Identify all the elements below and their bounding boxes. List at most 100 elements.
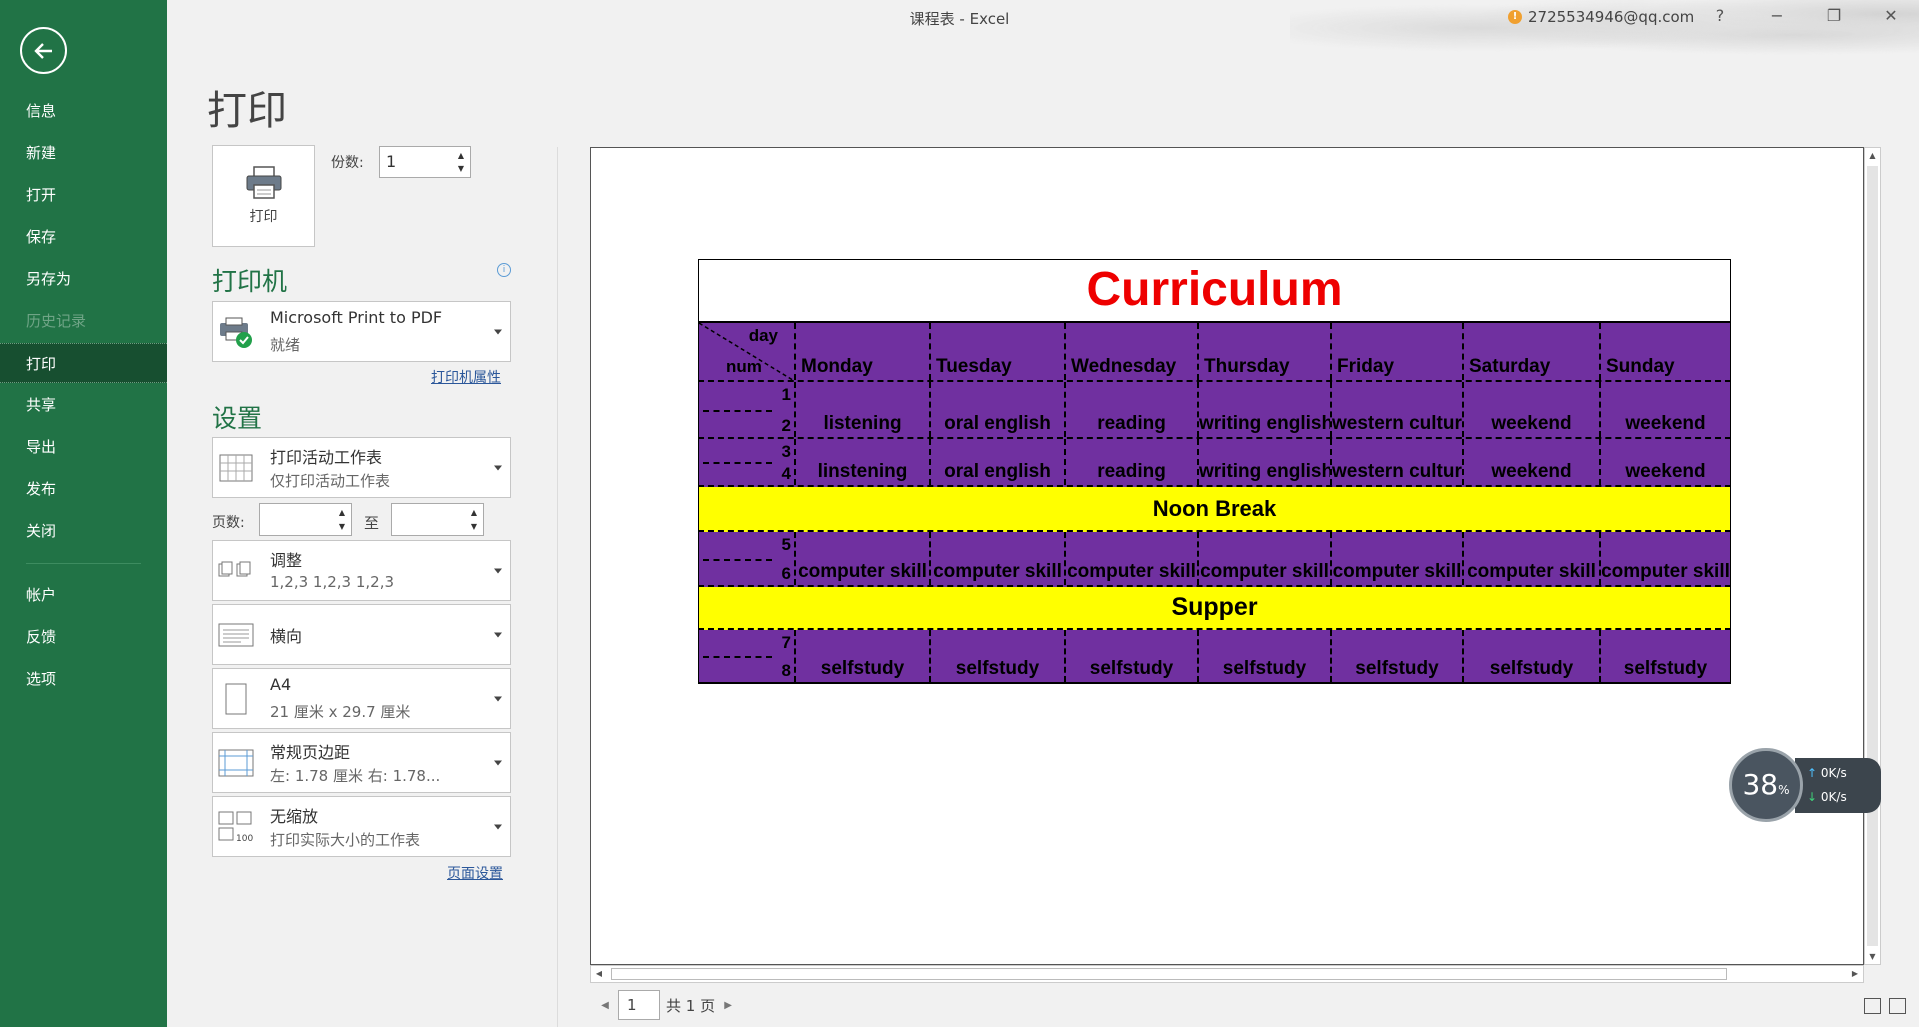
scroll-left-icon[interactable]: ◀ (591, 966, 607, 982)
scaling-title: 无缩放 (270, 807, 319, 826)
nav-item-feedback[interactable]: 反馈 (0, 617, 167, 657)
collate-dropdown[interactable]: 调整 1,2,3 1,2,3 1,2,3 (212, 540, 511, 601)
margins-sub: 左: 1.78 厘米 右: 1.78... (270, 767, 441, 785)
scroll-right-icon[interactable]: ▶ (1847, 966, 1863, 982)
zoom-to-page-icon[interactable] (1889, 998, 1906, 1014)
class-cell: selfstudy (1464, 630, 1601, 682)
pages-label: 页数: (212, 515, 245, 531)
vertical-scroll-thumb[interactable] (1867, 166, 1878, 946)
no-scaling-icon: 100 (218, 811, 253, 844)
minimize-button[interactable]: − (1762, 6, 1792, 25)
class-cell: reading (1066, 382, 1199, 437)
class-cell: selfstudy (1332, 630, 1464, 682)
orientation-dropdown[interactable]: 横向 (212, 604, 511, 665)
pages-to-input[interactable]: ▲ ▼ (391, 503, 484, 536)
pages-to-label: 至 (364, 514, 380, 532)
nav-item-close[interactable]: 关闭 (0, 511, 167, 551)
vertical-scrollbar[interactable]: ▲ ▼ (1864, 147, 1881, 965)
prev-page-icon[interactable]: ◀ (598, 1000, 612, 1011)
nav-item-export[interactable]: 导出 (0, 427, 167, 467)
corner-day-label: day (748, 326, 778, 345)
day-header: Monday (796, 323, 931, 380)
class-cell: computer skill (1464, 532, 1601, 585)
table-row: 78 selfstudy selfstudy selfstudy selfstu… (698, 630, 1731, 684)
nav-item-options[interactable]: 选项 (0, 659, 167, 699)
nav-item-new[interactable]: 新建 (0, 133, 167, 173)
nav-item-share[interactable]: 共享 (0, 385, 167, 425)
restore-button[interactable]: ❐ (1819, 6, 1849, 25)
nav-item-open[interactable]: 打开 (0, 175, 167, 215)
nav-item-save-as[interactable]: 另存为 (0, 259, 167, 299)
copies-label: 份数: (331, 155, 364, 171)
network-monitor-widget[interactable]: ↑ 0K/s ↓ 0K/s 38% (1729, 746, 1881, 824)
day-header: Tuesday (931, 323, 1066, 380)
scroll-down-icon[interactable]: ▼ (1865, 949, 1880, 964)
print-button[interactable]: 打印 (212, 145, 315, 247)
nav-item-print[interactable]: 打印 (0, 343, 167, 383)
copies-down-icon[interactable]: ▼ (455, 163, 467, 175)
pages-from-up-icon[interactable]: ▲ (336, 507, 348, 519)
settings-heading: 设置 (212, 404, 263, 433)
chevron-down-icon (494, 760, 502, 765)
nav-item-account[interactable]: 帐户 (0, 575, 167, 615)
horizontal-scrollbar[interactable]: ◀ ▶ (590, 965, 1864, 983)
day-header: Wednesday (1066, 323, 1199, 380)
noon-break-row: Noon Break (698, 487, 1731, 532)
chevron-down-icon (494, 632, 502, 637)
page-setup-link[interactable]: 页面设置 (447, 863, 503, 883)
nav-item-history: 历史记录 (26, 312, 87, 330)
class-cell: western culture (1332, 382, 1464, 437)
nav-item-save[interactable]: 保存 (0, 217, 167, 257)
sheet-icon (219, 454, 253, 481)
corner-cell: day num (699, 323, 796, 380)
chevron-down-icon (494, 465, 502, 470)
nav-item-info[interactable]: 信息 (0, 91, 167, 131)
printer-dropdown[interactable]: Microsoft Print to PDF 就绪 (212, 301, 511, 362)
pages-to-down-icon[interactable]: ▼ (468, 521, 480, 533)
help-button[interactable]: ? (1705, 6, 1735, 25)
pages-from-down-icon[interactable]: ▼ (336, 521, 348, 533)
printer-ready-icon (220, 317, 252, 348)
orientation-value: 横向 (270, 626, 303, 646)
pages-to-up-icon[interactable]: ▲ (468, 507, 480, 519)
scaling-sub: 打印实际大小的工作表 (270, 831, 421, 849)
scaling-dropdown[interactable]: 100 无缩放 打印实际大小的工作表 (212, 796, 511, 857)
back-button[interactable] (20, 27, 67, 74)
collate-sub: 1,2,3 1,2,3 1,2,3 (270, 573, 395, 591)
upload-arrow-icon: ↑ (1807, 766, 1818, 780)
page-number-input[interactable]: 1 (618, 990, 660, 1020)
class-cell: computer skill (1601, 561, 1730, 582)
day-header: Saturday (1464, 323, 1601, 380)
print-scope-dropdown[interactable]: 打印活动工作表 仅打印活动工作表 (212, 437, 511, 498)
paper-size-dropdown[interactable]: A4 21 厘米 x 29.7 厘米 (212, 668, 511, 729)
margins-title: 常规页边距 (270, 743, 351, 762)
scroll-up-icon[interactable]: ▲ (1865, 148, 1880, 163)
pages-from-input[interactable]: ▲ ▼ (259, 503, 352, 536)
class-cell: weekend (1464, 439, 1601, 485)
copies-stepper[interactable]: ▲ ▼ (379, 146, 471, 178)
paper-title: A4 (270, 675, 292, 694)
class-cell: selfstudy (796, 630, 931, 682)
info-icon[interactable]: i (497, 263, 511, 277)
paper-sub: 21 厘米 x 29.7 厘米 (270, 703, 411, 721)
horizontal-scroll-thumb[interactable] (611, 968, 1727, 980)
period-cell: 56 (699, 532, 796, 585)
nav-item-publish[interactable]: 发布 (0, 469, 167, 509)
printer-properties-link[interactable]: 打印机属性 (431, 367, 501, 387)
supper-row: Supper (698, 587, 1731, 630)
class-cell: selfstudy (931, 630, 1066, 682)
copies-input[interactable] (386, 152, 446, 171)
close-button[interactable]: ✕ (1876, 6, 1906, 25)
show-margins-icon[interactable] (1864, 998, 1881, 1014)
class-cell: reading (1066, 439, 1199, 485)
class-cell: writing english (1199, 439, 1332, 485)
page-total: 共 1 页 (666, 996, 716, 1015)
svg-text:100: 100 (236, 834, 253, 844)
period-cell: 12 (699, 382, 796, 437)
account-info[interactable]: ! 2725534946@qq.com (1508, 8, 1694, 26)
margins-dropdown[interactable]: 常规页边距 左: 1.78 厘米 右: 1.78... (212, 732, 511, 793)
class-cell: computer skill (1199, 532, 1332, 585)
copies-up-icon[interactable]: ▲ (455, 150, 467, 162)
view-toggles (1864, 998, 1906, 1014)
next-page-icon[interactable]: ▶ (721, 1000, 735, 1011)
